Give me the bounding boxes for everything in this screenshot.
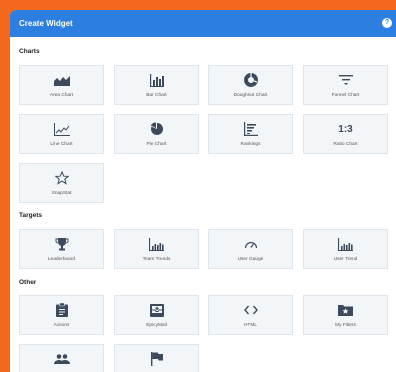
- widget-label: EpicyMail: [146, 323, 167, 328]
- line-chart-icon: [20, 121, 103, 137]
- star-outline-icon: [20, 170, 103, 186]
- widget-funnel-chart[interactable]: Funnel Chart: [303, 65, 388, 105]
- widget-ratio-chart[interactable]: 1:3 Ratio Chart: [303, 114, 388, 154]
- widget-label: User Gauge: [237, 257, 264, 262]
- widget-actions[interactable]: Actions: [19, 295, 104, 335]
- widget-leaderboard[interactable]: Leaderboard: [19, 229, 104, 269]
- widget-label: HTML: [243, 323, 258, 328]
- widget-html[interactable]: HTML: [208, 295, 293, 335]
- trend-chart-icon: [304, 236, 387, 252]
- widget-label: Funnel Chart: [331, 93, 360, 98]
- code-icon: [209, 302, 292, 318]
- dialog-title: Create Widget: [19, 19, 73, 28]
- section-title-other: Other: [19, 279, 37, 286]
- dialog-header: Create Widget ?: [10, 10, 396, 37]
- section-title-targets: Targets: [19, 212, 42, 219]
- trend-chart-icon: [115, 236, 198, 252]
- widget-label: My Filters: [335, 323, 356, 328]
- widget-label: Line Chart: [50, 142, 73, 147]
- trophy-icon: [20, 236, 103, 252]
- mail-box-icon: [115, 302, 198, 318]
- widget-label: User Trend: [333, 257, 358, 262]
- widget-line-chart[interactable]: Line Chart: [19, 114, 104, 154]
- widget-area-chart[interactable]: Area Chart: [19, 65, 104, 105]
- ratio-icon: 1:3: [304, 121, 387, 137]
- widget-pie-chart[interactable]: Pie Chart: [114, 114, 199, 154]
- create-widget-dialog: Create Widget ? Charts Area Chart Bar Ch…: [10, 10, 396, 372]
- widget-label: Doughnut Chart: [233, 93, 268, 98]
- widget-label: Bar Chart: [146, 93, 167, 98]
- people-icon: [20, 351, 103, 367]
- widget-label: Rankings: [240, 142, 261, 147]
- doughnut-chart-icon: [209, 72, 292, 88]
- widget-snapstat[interactable]: SnapStat: [19, 163, 104, 203]
- rankings-icon: [209, 121, 292, 137]
- widget-label: Team Trends: [142, 257, 171, 262]
- gauge-icon: [209, 236, 292, 252]
- star-folder-icon: [304, 302, 387, 318]
- widget-bar-chart[interactable]: Bar Chart: [114, 65, 199, 105]
- flag-icon: [115, 351, 198, 367]
- bar-chart-icon: [115, 72, 198, 88]
- widget-user-gauge[interactable]: User Gauge: [208, 229, 293, 269]
- widget-label: SnapStat: [51, 191, 72, 196]
- widget-flag[interactable]: [114, 344, 199, 372]
- widget-label: Area Chart: [49, 93, 74, 98]
- widget-label: Leaderboard: [47, 257, 76, 262]
- widget-my-filters[interactable]: My Filters: [303, 295, 388, 335]
- widget-doughnut-chart[interactable]: Doughnut Chart: [208, 65, 293, 105]
- widget-team-trends[interactable]: Team Trends: [114, 229, 199, 269]
- widget-epicymail[interactable]: EpicyMail: [114, 295, 199, 335]
- widget-label: Ratio Chart: [333, 142, 358, 147]
- widget-rankings[interactable]: Rankings: [208, 114, 293, 154]
- area-chart-icon: [20, 72, 103, 88]
- widget-label: Actions: [53, 323, 70, 328]
- section-title-charts: Charts: [19, 48, 40, 55]
- clipboard-icon: [20, 302, 103, 318]
- ratio-glyph: 1:3: [338, 123, 353, 135]
- widget-label: Pie Chart: [146, 142, 167, 147]
- pie-chart-icon: [115, 121, 198, 137]
- help-icon[interactable]: ?: [382, 18, 392, 28]
- widget-people[interactable]: [19, 344, 104, 372]
- funnel-icon: [304, 72, 387, 88]
- widget-user-trend[interactable]: User Trend: [303, 229, 388, 269]
